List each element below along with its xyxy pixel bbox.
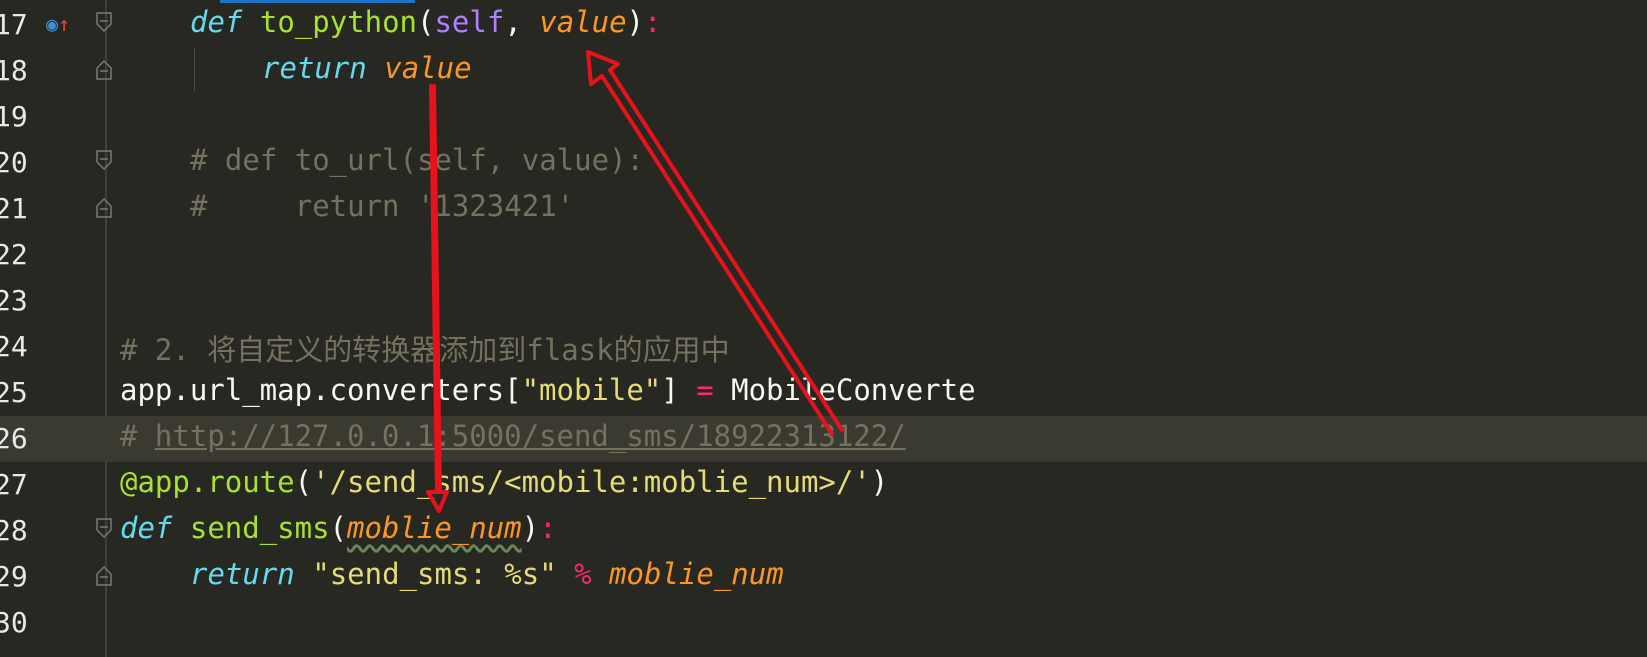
annotation-arrows: [426, 50, 844, 513]
arrow-down-icon: [426, 84, 449, 513]
arrow-up-icon: [586, 50, 844, 436]
code-editor[interactable]: 17 ◉↑ def to_python(self, value): 18 return …: [0, 0, 1647, 657]
